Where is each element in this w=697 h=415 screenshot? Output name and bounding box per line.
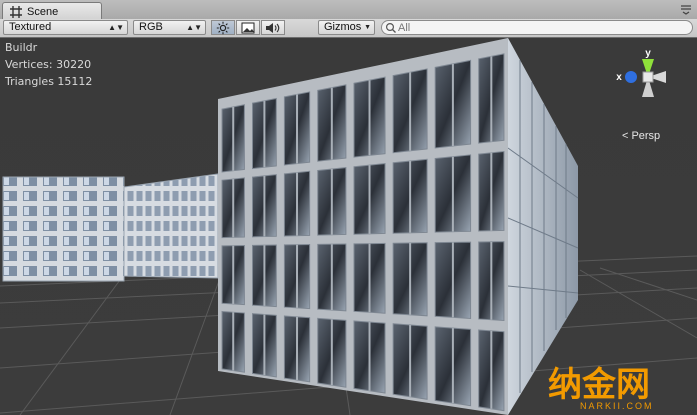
gizmos-label: Gizmos: [324, 21, 362, 33]
far-building-front: [2, 176, 125, 282]
stats-overlay: Buildr Vertices: 30220 Triangles 15112: [5, 39, 92, 90]
render-mode-dropdown[interactable]: RGB ▲▼: [133, 20, 206, 35]
vertex-count: Vertices: 30220: [5, 58, 92, 71]
sun-icon: [216, 21, 230, 34]
dropdown-arrow-icon: ▼: [364, 24, 371, 31]
watermark-text: 纳金网: [548, 365, 650, 405]
draw-mode-dropdown[interactable]: Textured ▲▼: [3, 20, 128, 35]
scene-image-toggle[interactable]: [236, 20, 260, 35]
render-mode-value: RGB: [139, 21, 163, 33]
tab-scene[interactable]: Scene: [2, 2, 102, 20]
overlay-title: Buildr: [5, 41, 38, 54]
narkii-watermark-logo: 纳金网 NARKII.COM: [548, 365, 654, 411]
projection-label: Persp: [631, 130, 661, 142]
scene-toolbar: Textured ▲▼ RGB ▲▼ Gizmos ▼: [0, 19, 697, 38]
watermark-sub: NARKII.COM: [580, 401, 654, 411]
scene-viewport[interactable]: Buildr Vertices: 30220 Triangles 15112 y…: [0, 38, 697, 415]
grid-icon: [10, 5, 22, 18]
projection-arrow-icon: <: [622, 130, 629, 142]
far-building-side: [123, 173, 219, 279]
image-icon: [241, 22, 255, 33]
draw-mode-value: Textured: [9, 21, 52, 33]
panel-menu-icon[interactable]: [679, 3, 693, 15]
search-input[interactable]: [398, 21, 678, 34]
axis-y-label: y: [645, 48, 651, 59]
search-icon: [385, 22, 396, 33]
search-field[interactable]: [381, 20, 693, 35]
tab-strip: Scene: [0, 0, 697, 20]
orientation-gizmo[interactable]: y x: [612, 47, 684, 111]
dropdown-arrow-icon: ▲▼: [186, 23, 202, 32]
tab-title: Scene: [27, 5, 59, 18]
triangle-count: Triangles 15112: [5, 75, 93, 88]
dropdown-arrow-icon: ▲▼: [108, 23, 124, 32]
speaker-icon: [266, 22, 280, 33]
axis-x-label: x: [616, 72, 622, 83]
axis-x-cone-icon[interactable]: [625, 71, 637, 83]
gizmo-center-cube[interactable]: [642, 71, 654, 83]
gizmos-dropdown[interactable]: Gizmos ▼: [318, 20, 375, 35]
scene-audio-toggle[interactable]: [261, 20, 285, 35]
scene-lighting-toggle[interactable]: [211, 20, 235, 35]
projection-toggle[interactable]: < Persp: [622, 130, 660, 142]
